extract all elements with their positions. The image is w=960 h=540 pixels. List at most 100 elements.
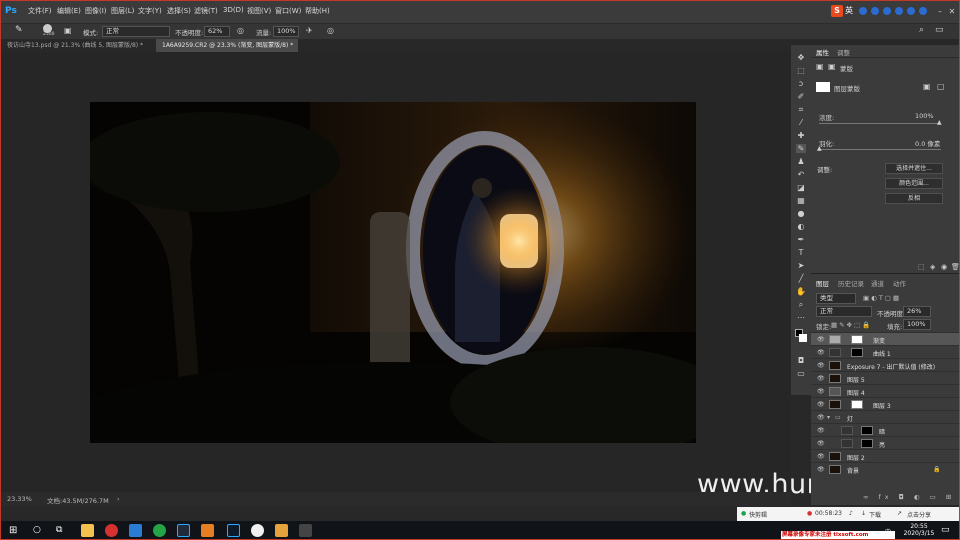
quick-select-icon[interactable]: ✐ (796, 92, 806, 101)
tab-history[interactable]: 历史记录 (838, 278, 864, 288)
zoom-tool-icon[interactable]: ⌕ (796, 300, 806, 309)
visibility-eye-icon[interactable]: 👁 (817, 414, 825, 421)
ime-skin-icon[interactable] (895, 7, 903, 15)
layer-row[interactable]: 👁 亮 (811, 436, 959, 449)
layer-name[interactable]: 亮 (879, 440, 885, 449)
layer-bottom-icons[interactable]: ∞ fx ◘ ◐ ▭ ⊞ 🗑 (863, 493, 959, 501)
ime-language[interactable]: 英 (845, 5, 853, 16)
browser-icon[interactable] (105, 524, 118, 537)
layer-row[interactable]: 👁 图层 3 (811, 397, 959, 410)
marquee-tool-icon[interactable]: ⬚ (796, 66, 806, 75)
delete-mask-icon[interactable]: 🗑 (951, 263, 959, 271)
menu-image[interactable]: 图像(I) (85, 6, 107, 16)
layer-name[interactable]: 图层 2 (847, 453, 865, 462)
close-icon[interactable]: ✕ (947, 7, 957, 17)
move-tool-icon[interactable]: ✥ (796, 53, 806, 62)
download-label[interactable]: 下载 (869, 510, 881, 519)
lock-icons[interactable]: ▦✎✥⬚🔒 (831, 321, 872, 329)
file-explorer-icon[interactable] (81, 524, 94, 537)
layer-row[interactable]: 👁 暗 (811, 423, 959, 436)
layer-row[interactable]: 👁 背景 🔒 (811, 462, 959, 475)
visibility-eye-icon[interactable]: 👁 (817, 466, 825, 473)
brush-tool-icon[interactable]: ✎ (796, 144, 806, 153)
clone-stamp-icon[interactable]: ♟ (796, 157, 806, 166)
healing-brush-icon[interactable]: ✚ (796, 131, 806, 140)
status-arrow-icon[interactable]: › (117, 495, 120, 503)
visibility-eye-icon[interactable]: 👁 (817, 427, 825, 434)
fill-input[interactable]: 100% (903, 319, 931, 330)
app-folder-icon[interactable] (275, 524, 288, 537)
crop-tool-icon[interactable]: ⌗ (796, 105, 806, 114)
layer-opacity-input[interactable]: 26% (903, 306, 931, 317)
app-penguin-icon[interactable] (251, 524, 264, 537)
tab-layers[interactable]: 图层 (816, 278, 829, 288)
visibility-eye-icon[interactable]: 👁 (817, 453, 825, 460)
tab-document-1[interactable]: 夜访山寺13.psd @ 21.3% (曲线 5, 图层蒙版/8) * (1, 39, 156, 52)
layer-filter-select[interactable]: 类型 (816, 293, 856, 304)
system-clock[interactable]: 20:55 2020/3/15 (901, 523, 937, 537)
apply-mask-icon[interactable]: ◈ (930, 263, 935, 271)
ime-mic-icon[interactable] (871, 7, 879, 15)
type-tool-icon[interactable]: T (796, 248, 806, 257)
filter-icons[interactable]: ▣◐T▢▦ (863, 294, 901, 302)
layer-name[interactable]: 暗 (879, 427, 885, 436)
history-brush-icon[interactable]: ↶ (796, 170, 806, 179)
blur-tool-icon[interactable]: ● (796, 209, 806, 218)
layer-row[interactable]: 👁 图层 4 (811, 384, 959, 397)
brush-panel-icon[interactable]: ▣ (64, 26, 72, 35)
windows-start-icon[interactable]: ⊞ (9, 525, 17, 536)
blend-mode-select[interactable]: 正常 (816, 306, 872, 317)
layer-name[interactable]: 图层 4 (847, 388, 865, 397)
tab-document-2[interactable]: 1A6A9259.CR2 @ 23.3% (渐变, 图层蒙版/8) * (156, 39, 298, 52)
ime-punct-icon[interactable] (859, 7, 867, 15)
tab-channels[interactable]: 通道 (871, 278, 884, 288)
more-tools-icon[interactable]: ⋯ (796, 313, 806, 322)
menu-select[interactable]: 选择(S) (167, 6, 191, 16)
visibility-eye-icon[interactable]: 👁 (817, 388, 825, 395)
load-selection-icon[interactable]: ⬚ (918, 263, 925, 271)
invert-button[interactable]: 反相 (885, 193, 943, 204)
menu-edit[interactable]: 编辑(E) (57, 6, 81, 16)
hand-tool-icon[interactable]: ✋ (796, 287, 806, 296)
pressure-size-icon[interactable]: ◎ (327, 26, 334, 35)
vector-mask-icon[interactable]: ▣ (828, 62, 836, 71)
menu-help[interactable]: 帮助(H) (305, 6, 330, 16)
share-icon[interactable]: ↗ (897, 510, 902, 517)
visibility-eye-icon[interactable]: 👁 (817, 401, 825, 408)
menu-layer[interactable]: 图层(L) (111, 6, 134, 16)
layer-group-row[interactable]: 👁 ▾ ▭ 灯 (811, 410, 959, 423)
menu-view[interactable]: 视图(V) (247, 6, 271, 16)
screen-mode-icon[interactable]: ▭ (796, 369, 806, 378)
ie-icon[interactable] (129, 524, 142, 537)
feather-value[interactable]: 0.0 像素 (915, 138, 940, 148)
app-window-icon[interactable] (299, 524, 312, 537)
music-icon[interactable]: ♪ (849, 510, 853, 517)
group-chevron-icon[interactable]: ▾ (827, 414, 830, 421)
mode-select[interactable]: 正常 (102, 26, 170, 37)
layer-name[interactable]: 背景 (847, 466, 859, 475)
capture-icon[interactable]: ● (741, 510, 746, 517)
menu-window[interactable]: 窗口(W) (275, 6, 301, 16)
menu-type[interactable]: 文字(Y) (138, 6, 162, 16)
eraser-tool-icon[interactable]: ◪ (796, 183, 806, 192)
ime-keyboard-icon[interactable] (883, 7, 891, 15)
pixel-mask-icon[interactable]: ▣ (816, 62, 824, 71)
density-slider-handle[interactable]: ▲ (937, 119, 942, 126)
tab-actions[interactable]: 动作 (893, 278, 906, 288)
select-pixel-mask-icon[interactable]: ▣ (923, 82, 931, 91)
minimize-icon[interactable]: – (935, 7, 945, 17)
toggle-mask-icon[interactable]: ◉ (941, 263, 947, 271)
visibility-eye-icon[interactable]: 👁 (817, 375, 825, 382)
quick-mask-icon[interactable]: ◘ (796, 356, 806, 365)
search-icon[interactable]: ⌕ (919, 25, 924, 35)
lightroom-icon[interactable] (177, 524, 190, 537)
layer-row[interactable]: 👁 渐变 (811, 332, 959, 345)
tab-properties[interactable]: 属性 (816, 47, 829, 57)
visibility-eye-icon[interactable]: 👁 (817, 349, 825, 356)
path-select-icon[interactable]: ➤ (796, 261, 806, 270)
select-and-mask-button[interactable]: 选择并遮住... (885, 163, 943, 174)
dodge-tool-icon[interactable]: ◐ (796, 222, 806, 231)
menu-3d[interactable]: 3D(D) (223, 6, 244, 14)
search-icon[interactable]: ○ (33, 525, 41, 535)
workspace-icon[interactable]: ▭ (935, 25, 944, 35)
